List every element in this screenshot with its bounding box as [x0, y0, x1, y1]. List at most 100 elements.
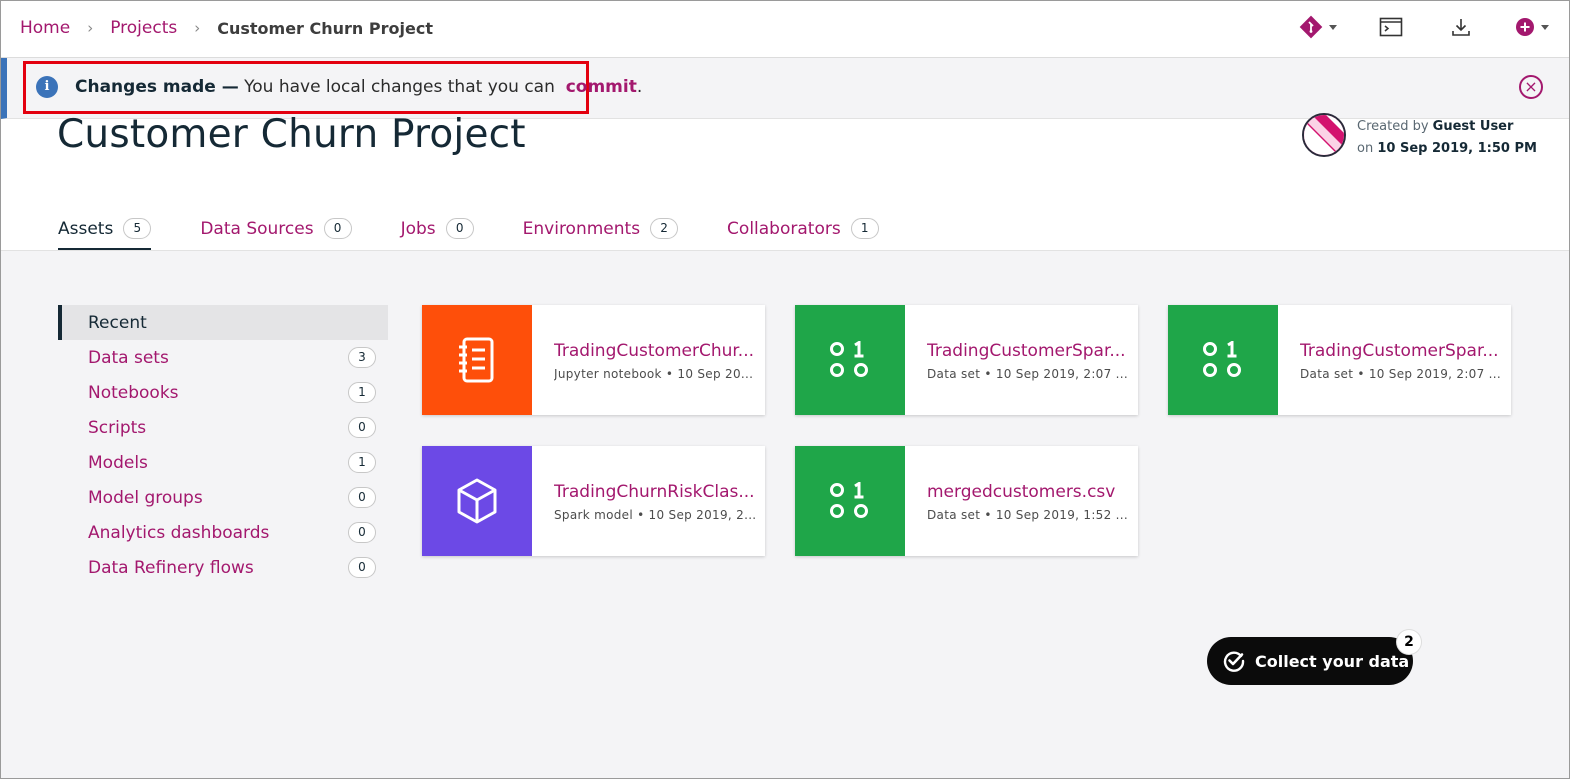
breadcrumb-current: Customer Churn Project: [217, 18, 433, 38]
commit-link[interactable]: commit: [566, 77, 637, 97]
creator-text: Created by Guest User on 10 Sep 2019, 1:…: [1357, 116, 1537, 160]
tab-collaborators[interactable]: Collaborators 1: [727, 213, 879, 250]
tab-count-badge: 1: [850, 218, 879, 239]
asset-meta: Data set • 10 Sep 2019, 1:52 ...: [927, 508, 1129, 522]
info-icon: i: [36, 76, 58, 98]
sidebar-item-label: Model groups: [88, 487, 203, 508]
breadcrumb-home[interactable]: Home: [20, 18, 70, 38]
tab-count-badge: 0: [445, 218, 474, 239]
sidebar-count-badge: 0: [348, 417, 376, 438]
breadcrumb-separator-icon: ›: [87, 19, 94, 37]
breadcrumb-separator-icon: ›: [194, 19, 201, 37]
data-set-icon: [1203, 341, 1241, 377]
breadcrumb-projects[interactable]: Projects: [110, 18, 177, 38]
asset-card-body: TradingCustomerChur... Jupyter notebook …: [532, 305, 765, 415]
app-window: Home › Projects › Customer Churn Project: [0, 0, 1570, 779]
asset-card-data-set[interactable]: mergedcustomers.csv Data set • 10 Sep 20…: [795, 446, 1138, 556]
asset-title: TradingCustomerSpar...: [927, 341, 1126, 361]
data-set-icon: [830, 482, 868, 518]
asset-title: TradingChurnRiskClas...: [554, 482, 755, 502]
sidebar-item-data-refinery-flows[interactable]: Data Refinery flows 0: [58, 550, 388, 585]
collect-label: Collect your data: [1255, 651, 1410, 671]
sidebar-item-notebooks[interactable]: Notebooks 1: [58, 375, 388, 410]
tab-label: Collaborators: [727, 218, 841, 239]
sidebar-item-model-groups[interactable]: Model groups 0: [58, 480, 388, 515]
asset-card-data-set[interactable]: TradingCustomerSpar... Data set • 10 Sep…: [1168, 305, 1511, 415]
notification-message: Changes made — You have local changes th…: [75, 77, 642, 97]
asset-title: TradingCustomerChur...: [554, 341, 755, 361]
tab-jobs[interactable]: Jobs 0: [401, 213, 474, 250]
avatar: [1302, 113, 1346, 157]
terminal-icon[interactable]: [1379, 17, 1403, 37]
asset-card-model[interactable]: TradingChurnRiskClas... Spark model • 10…: [422, 446, 765, 556]
notebook-icon: [459, 337, 494, 383]
tab-label: Jobs: [400, 218, 436, 239]
notification-title: Changes made —: [75, 77, 239, 97]
sidebar-item-label: Analytics dashboards: [88, 522, 270, 543]
asset-meta: Jupyter notebook • 10 Sep 20...: [554, 367, 754, 381]
toolbar: [1299, 15, 1549, 39]
sidebar-item-label: Models: [88, 452, 148, 473]
sidebar-item-analytics-dashboards[interactable]: Analytics dashboards 0: [58, 515, 388, 550]
data-set-icon: [830, 341, 868, 377]
tab-label: Data Sources: [200, 218, 314, 239]
collect-count-badge: 2: [1397, 630, 1421, 654]
sidebar-count-badge: 3: [348, 347, 376, 368]
sidebar-count-badge: 0: [348, 487, 376, 508]
asset-card-data-set[interactable]: TradingCustomerSpar... Data set • 10 Sep…: [795, 305, 1138, 415]
asset-thumbnail: [422, 446, 532, 556]
git-branch-icon[interactable]: [1299, 15, 1337, 39]
sidebar-item-recent[interactable]: Recent: [58, 305, 388, 340]
tab-label: Assets: [58, 218, 114, 239]
add-icon[interactable]: [1515, 17, 1549, 37]
asset-meta: Data set • 10 Sep 2019, 2:07 ...: [927, 367, 1129, 381]
asset-title: TradingCustomerSpar...: [1300, 341, 1499, 361]
asset-meta: Data set • 10 Sep 2019, 2:07 ...: [1300, 367, 1502, 381]
tab-environments[interactable]: Environments 2: [522, 213, 679, 250]
tab-data-sources[interactable]: Data Sources 0: [200, 213, 352, 250]
sidebar-count-badge: 0: [348, 522, 376, 543]
asset-card-notebook[interactable]: TradingCustomerChur... Jupyter notebook …: [422, 305, 765, 415]
tab-assets[interactable]: Assets 5: [58, 213, 152, 250]
project-tabs: Assets 5 Data Sources 0 Jobs 0 Environme…: [58, 213, 928, 250]
asset-thumbnail: [1168, 305, 1278, 415]
notification-suffix: .: [636, 77, 643, 97]
asset-thumbnail: [795, 305, 905, 415]
notification-text: You have local changes that you can: [244, 77, 555, 97]
page-title: Customer Churn Project: [57, 112, 526, 157]
chevron-down-icon: [1541, 24, 1549, 30]
collect-your-data-button[interactable]: Collect your data: [1207, 637, 1413, 685]
download-icon[interactable]: [1451, 17, 1471, 37]
created-by-label: Created by: [1357, 119, 1429, 134]
close-icon[interactable]: ×: [1519, 75, 1543, 99]
asset-thumbnail: [795, 446, 905, 556]
sidebar-item-models[interactable]: Models 1: [58, 445, 388, 480]
created-by-name: Guest User: [1432, 119, 1514, 134]
created-on-label: on: [1357, 141, 1374, 156]
sidebar-item-label: Data sets: [88, 347, 169, 368]
asset-thumbnail: [422, 305, 532, 415]
created-on-date: 10 Sep 2019, 1:50 PM: [1377, 141, 1537, 156]
asset-card-body: mergedcustomers.csv Data set • 10 Sep 20…: [905, 446, 1138, 556]
sidebar-item-data-sets[interactable]: Data sets 3: [58, 340, 388, 375]
top-bar: Home › Projects › Customer Churn Project: [1, 1, 1569, 58]
sidebar-count-badge: 0: [348, 557, 376, 578]
tab-count-badge: 2: [650, 218, 679, 239]
asset-type-sidebar: Recent Data sets 3 Notebooks 1 Scripts 0…: [58, 305, 388, 585]
model-cube-icon: [457, 478, 497, 524]
sidebar-count-badge: 1: [348, 382, 376, 403]
asset-card-body: TradingCustomerSpar... Data set • 10 Sep…: [1278, 305, 1511, 415]
project-header: Customer Churn Project Created by Guest …: [1, 112, 1569, 251]
sidebar-item-label: Scripts: [88, 417, 147, 438]
asset-card-body: TradingChurnRiskClas... Spark model • 10…: [532, 446, 765, 556]
tab-label: Environments: [522, 218, 641, 239]
chevron-down-icon: [1329, 24, 1337, 30]
asset-title: mergedcustomers.csv: [927, 482, 1116, 502]
notification-banner: i Changes made — You have local changes …: [1, 58, 1569, 119]
asset-card-body: TradingCustomerSpar... Data set • 10 Sep…: [905, 305, 1138, 415]
check-circle-icon: [1223, 651, 1245, 672]
tab-count-badge: 0: [323, 218, 352, 239]
sidebar-item-scripts[interactable]: Scripts 0: [58, 410, 388, 445]
sidebar-count-badge: 1: [348, 452, 376, 473]
asset-meta: Spark model • 10 Sep 2019, 2...: [554, 508, 757, 522]
